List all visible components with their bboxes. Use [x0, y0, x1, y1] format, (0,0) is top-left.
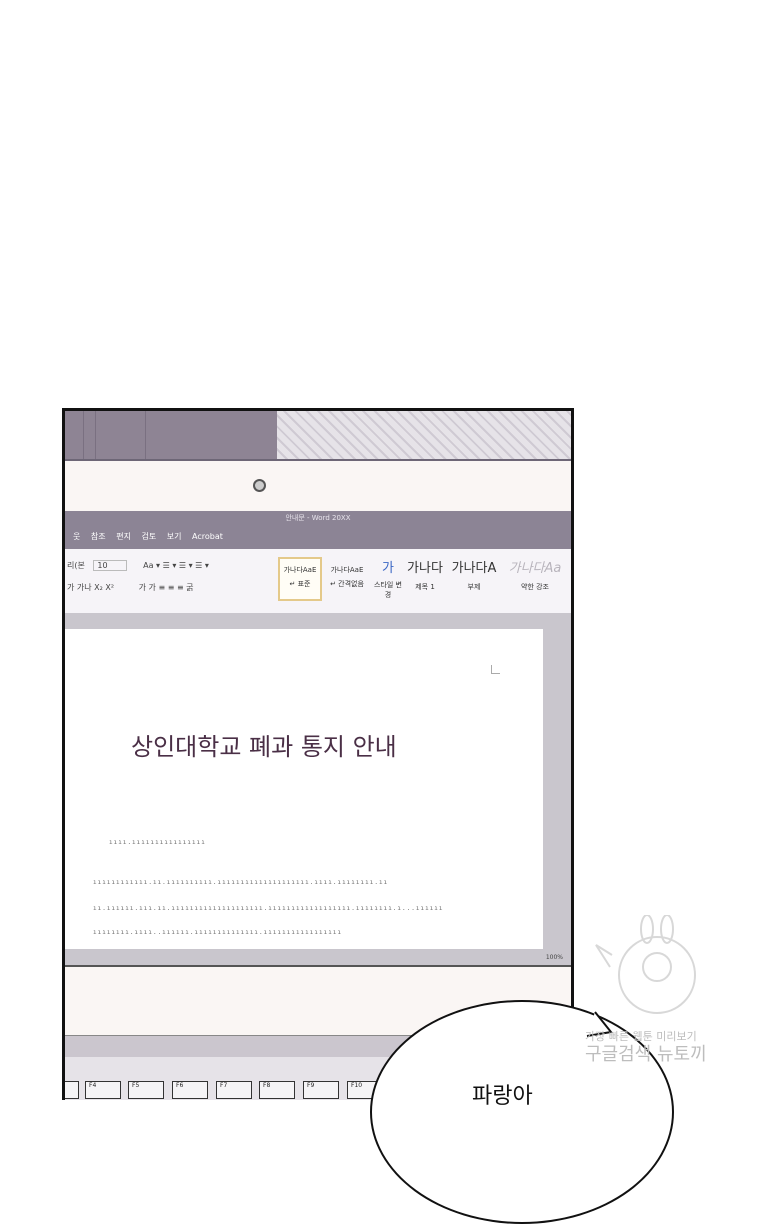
- style-label: 약한 강조: [521, 583, 549, 591]
- style-subtitle[interactable]: 가나다A 부제: [449, 557, 499, 597]
- laptop-top-bezel: [65, 459, 571, 513]
- document-page[interactable]: 상인대학교 폐과 통지 안내 ıııı.ıııııııııııııııı ııı…: [65, 629, 543, 949]
- fkey-f4[interactable]: F4: [85, 1081, 121, 1099]
- menu-item-acrobat[interactable]: Acrobat: [192, 525, 223, 549]
- style-label: ↵ 간격없음: [330, 580, 364, 588]
- document-area[interactable]: 상인대학교 폐과 통지 안내 ıııı.ıııııııııııııııı ııı…: [65, 613, 571, 965]
- margin-mark: [491, 665, 500, 674]
- style-label: 제목 1: [415, 583, 435, 591]
- style-label: ↵ 표준: [289, 580, 311, 588]
- fkey-f7[interactable]: F7: [216, 1081, 252, 1099]
- speech-text: 파랑아: [472, 1084, 533, 1109]
- fkey-f5[interactable]: F5: [128, 1081, 164, 1099]
- menu-item-mailings[interactable]: 편지: [116, 525, 131, 549]
- format-buttons-right[interactable]: 가 가 ≡ ≡ ≡ 굵: [139, 583, 194, 592]
- menu-item-review[interactable]: 검토: [141, 525, 156, 549]
- style-heading1[interactable]: 가나다 제목 1: [405, 557, 445, 597]
- watermark-line1: 가장 빠른 웹툰 미리보기: [585, 1030, 697, 1043]
- style-label: 스타일 변경: [374, 581, 402, 599]
- menu-bar: 웃 참조 편지 검토 보기 Acrobat: [65, 525, 571, 549]
- style-normal[interactable]: 가나다AaE ↵ 표준: [278, 557, 322, 601]
- font-name-select[interactable]: 리(본: [67, 561, 85, 570]
- style-preview: 가나다A: [451, 561, 497, 576]
- fkey-f9[interactable]: F9: [303, 1081, 339, 1099]
- format-buttons-left[interactable]: 가 가나 X₂ X²: [67, 583, 114, 592]
- style-preview: 가나다AaE: [283, 566, 317, 574]
- wall-seam: [145, 411, 146, 459]
- body-line: ıı.ıııııı.ııı.ıı.ıııııııııııııııııııı.ıı…: [93, 905, 444, 912]
- style-preview: 가나다Aa: [508, 561, 562, 576]
- style-preview: 가나다: [407, 561, 443, 576]
- menu-item-view[interactable]: 보기: [167, 525, 182, 549]
- font-size-select[interactable]: 10: [93, 560, 127, 571]
- fkey-f6[interactable]: F6: [172, 1081, 208, 1099]
- style-no-spacing[interactable]: 가나다AaE ↵ 간격없음: [325, 557, 369, 597]
- style-subtle-emphasis[interactable]: 가나다Aa 약한 강조: [505, 557, 565, 597]
- style-change[interactable]: 가 스타일 변경: [371, 557, 405, 599]
- style-preview: 가: [382, 561, 394, 576]
- watermark-line2: 구글검색 뉴토끼: [585, 1044, 707, 1065]
- wall-seam: [83, 411, 84, 459]
- fkey-f8[interactable]: F8: [259, 1081, 295, 1099]
- wall-seam: [95, 411, 96, 459]
- style-label: 부제: [467, 583, 481, 591]
- fkey[interactable]: [65, 1081, 79, 1099]
- format-controls: 가 가나 X₂ X² 가 가 ≡ ≡ ≡ 굵: [67, 579, 194, 597]
- body-line: ıııııııııııı.ıı.ıııııııııı.ııııııııııııı…: [93, 879, 389, 886]
- webcam-icon: [253, 479, 266, 492]
- font-controls: 리(본 10 Aa ▾ ☰ ▾ ☰ ▾ ☰ ▾: [67, 557, 209, 575]
- wallpaper-pattern: [277, 411, 571, 459]
- body-line: ıııı.ıııııııııııııııı: [109, 839, 206, 846]
- window-title: 안내문 - Word 20XX: [65, 511, 571, 525]
- menu-item-layout[interactable]: 웃: [73, 525, 80, 549]
- laptop-panel: 안내문 - Word 20XX 웃 참조 편지 검토 보기 Acrobat 리(…: [62, 408, 574, 1100]
- menu-item-references[interactable]: 참조: [91, 525, 106, 549]
- ribbon: 리(본 10 Aa ▾ ☰ ▾ ☰ ▾ ☰ ▾ 가 가나 X₂ X² 가 가 ≡…: [65, 549, 571, 614]
- wall-background: [65, 411, 571, 459]
- style-preview: 가나다AaE: [330, 566, 364, 574]
- zoom-level[interactable]: 100%: [546, 954, 563, 961]
- watermark-text: 가장 빠른 웹툰 미리보기 구글검색 뉴토끼: [585, 1030, 707, 1066]
- paragraph-controls[interactable]: Aa ▾ ☰ ▾ ☰ ▾ ☰ ▾: [143, 561, 209, 570]
- document-title: 상인대학교 폐과 통지 안내: [131, 733, 397, 761]
- body-line: ıııııııı.ıııı..ıııııı.ıııııııııııııı.ııı…: [93, 929, 343, 936]
